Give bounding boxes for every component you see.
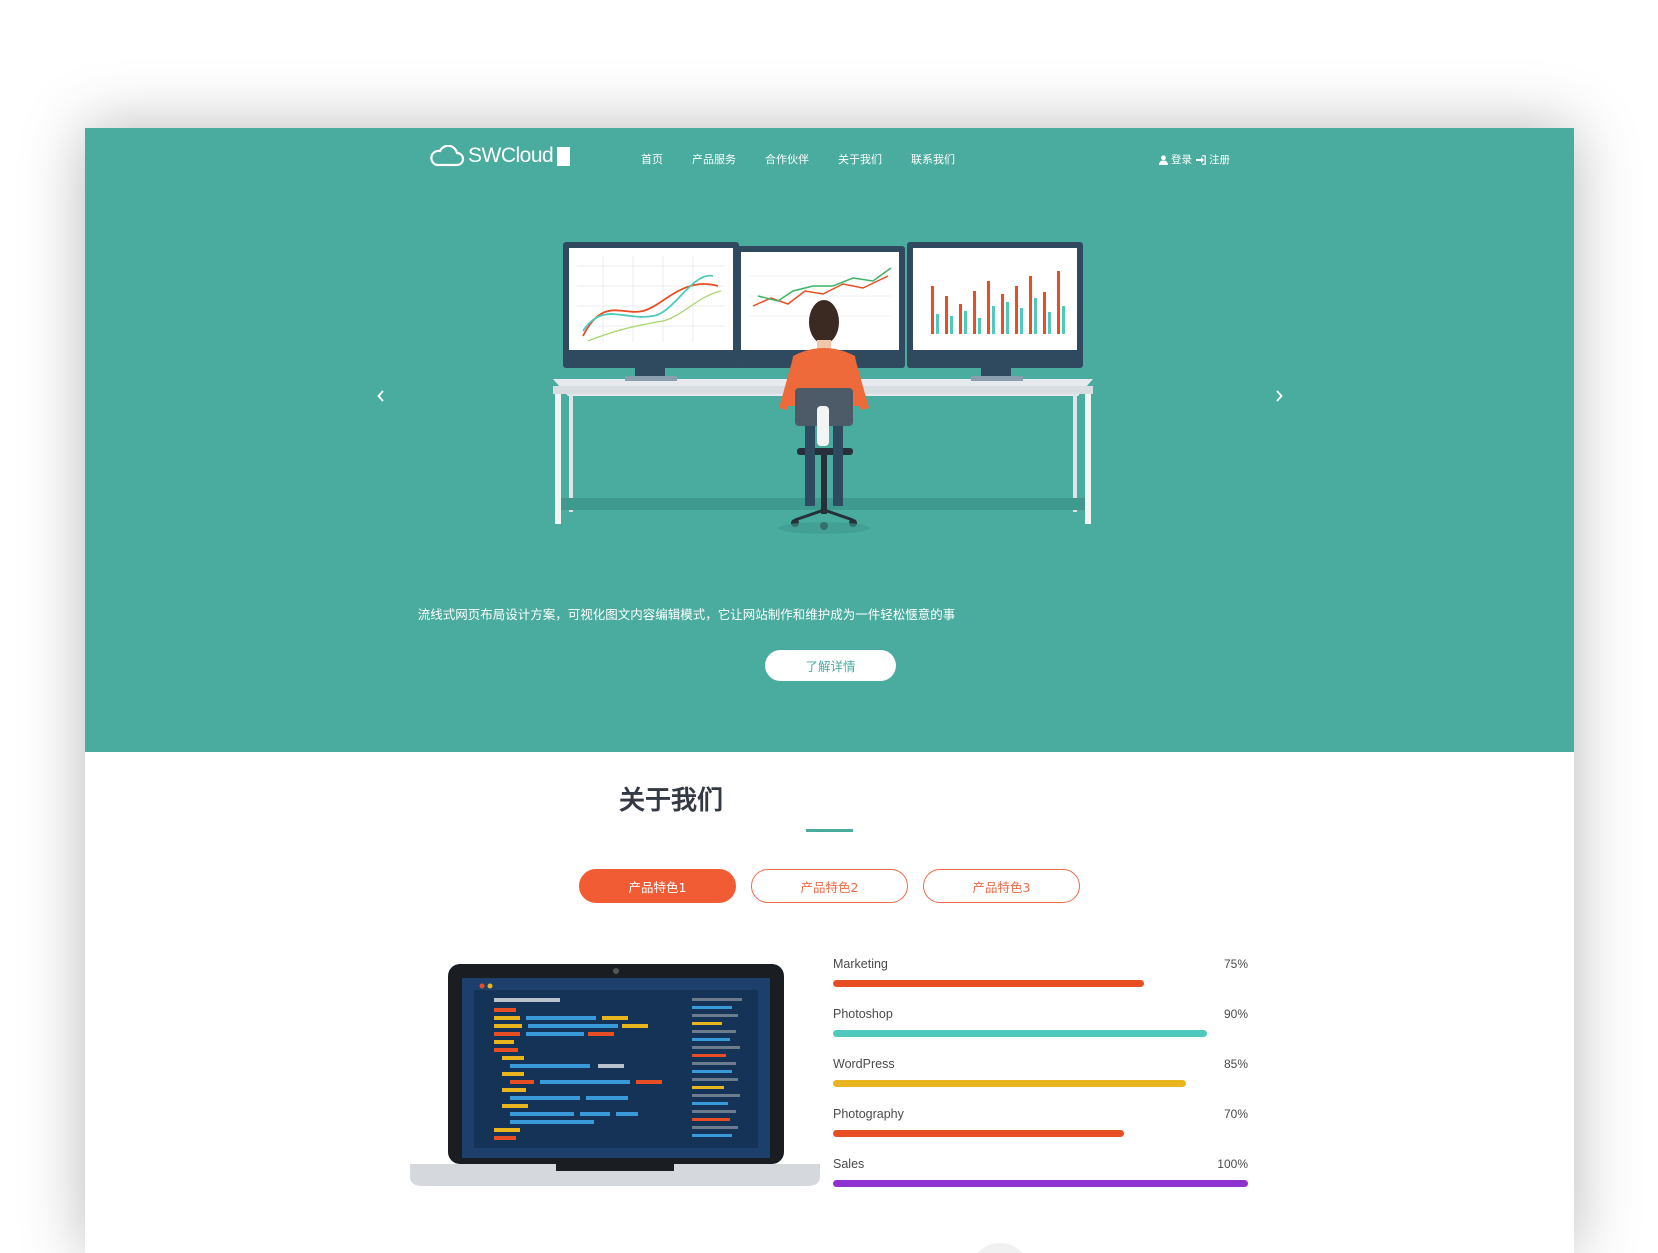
skill-item: Sales 100%	[833, 1157, 1248, 1207]
sign-in-icon	[1196, 154, 1206, 165]
skill-track	[833, 980, 1248, 987]
about-section-title: 关于我们	[618, 786, 723, 816]
skill-percent: 100%	[1217, 1157, 1248, 1171]
hero-description: 流线式网页布局设计方案，可视化图文内容编辑模式，它让网站制作和维护成为一件轻松惬…	[417, 607, 956, 622]
skill-track	[833, 1080, 1248, 1087]
login-link[interactable]: 登录	[1171, 152, 1192, 167]
brand-logo[interactable]: SWCloud	[429, 144, 571, 168]
hero-banner: SWCloud 首页 产品服务 合作伙伴 关于我们 联系我们 登录 注册 流线式…	[85, 128, 1574, 752]
skill-fill	[833, 1030, 1207, 1037]
analyst-at-monitors-illustration	[553, 242, 1093, 534]
user-icon	[1159, 154, 1168, 165]
skill-percent: 70%	[1223, 1107, 1248, 1121]
nav-item-contact[interactable]: 联系我们	[911, 151, 955, 167]
skill-track	[833, 1030, 1248, 1037]
skill-fill	[833, 1130, 1124, 1137]
skill-item: Photoshop 90%	[833, 1007, 1248, 1057]
skill-item: Marketing 75%	[833, 957, 1248, 1007]
skill-name: Sales	[833, 1157, 865, 1171]
nav-item-products[interactable]: 产品服务	[692, 151, 736, 167]
next-section-peek	[970, 1243, 1030, 1253]
nav-item-partners[interactable]: 合作伙伴	[765, 151, 809, 167]
feature-tabs: 产品特色1 产品特色2 产品特色3	[579, 869, 1095, 903]
cloud-icon	[430, 145, 465, 167]
skill-fill	[833, 1180, 1248, 1187]
register-link[interactable]: 注册	[1209, 152, 1230, 167]
skill-bars: Marketing 75% Photoshop 90% WordPress 85…	[833, 957, 1248, 1207]
skill-track	[833, 1180, 1248, 1187]
main-menu: 首页 产品服务 合作伙伴 关于我们 联系我们	[641, 151, 984, 167]
skill-item: Photography 70%	[833, 1107, 1248, 1157]
chevron-left-icon	[377, 390, 384, 402]
carousel-next-button[interactable]	[1269, 386, 1289, 406]
skill-track	[833, 1130, 1248, 1137]
nav-item-about[interactable]: 关于我们	[838, 151, 882, 167]
top-nav: SWCloud 首页 产品服务 合作伙伴 关于我们 联系我们 登录 注册	[85, 128, 1574, 188]
title-underline	[806, 829, 853, 832]
learn-more-button[interactable]: 了解详情	[765, 650, 896, 681]
brand-block-mark	[557, 146, 571, 166]
nav-item-home[interactable]: 首页	[641, 151, 663, 167]
skill-percent: 75%	[1223, 957, 1248, 971]
brand-name: SWCloud	[468, 144, 554, 167]
skill-name: Photography	[833, 1107, 904, 1121]
auth-links: 登录 注册	[1159, 152, 1230, 167]
skill-fill	[833, 980, 1145, 987]
skill-item: WordPress 85%	[833, 1057, 1248, 1107]
page-frame: SWCloud 首页 产品服务 合作伙伴 关于我们 联系我们 登录 注册 流线式…	[85, 128, 1574, 1253]
skill-percent: 90%	[1223, 1007, 1248, 1021]
chevron-right-icon	[1276, 390, 1283, 402]
tab-feature-2[interactable]: 产品特色2	[751, 869, 908, 903]
tab-feature-3[interactable]: 产品特色3	[923, 869, 1080, 903]
tab-feature-1[interactable]: 产品特色1	[579, 869, 736, 903]
skill-name: WordPress	[833, 1057, 895, 1071]
carousel-prev-button[interactable]	[371, 386, 391, 406]
skill-percent: 85%	[1223, 1057, 1248, 1071]
laptop-code-illustration	[410, 964, 820, 1186]
skill-name: Photoshop	[833, 1007, 893, 1021]
skill-name: Marketing	[833, 957, 888, 971]
skill-fill	[833, 1080, 1186, 1087]
